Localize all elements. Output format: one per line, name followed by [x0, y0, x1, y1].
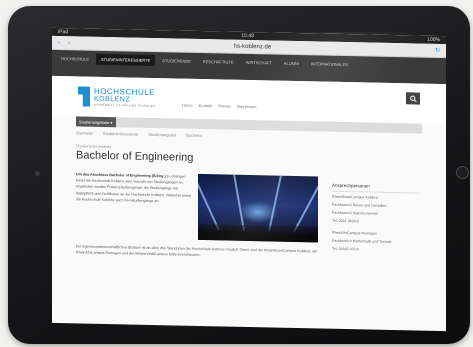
status-time: 15:48 — [241, 32, 254, 40]
search-icon — [409, 95, 417, 102]
intro-paragraph: Um den Abschluss Bachelor of Engineering… — [76, 171, 192, 239]
main-column: Studieninteressierte Bachelor of Enginee… — [76, 143, 324, 261]
tablet-device: iPad 15:48 100% ‹ › hs-koblenz.de ↻ Hoch… — [8, 6, 470, 344]
search-button[interactable] — [406, 92, 420, 105]
tablet-screen: iPad 15:48 100% ‹ › hs-koblenz.de ↻ Hoch… — [52, 27, 446, 332]
crowd-silhouette — [198, 223, 318, 243]
concert-photo — [198, 173, 318, 243]
top-menu: Home Kontakt Presse Impressum — [182, 103, 256, 110]
nav-item-wirtschaft[interactable]: Wirtschaft — [241, 57, 277, 69]
intro-row: Um den Abschluss Bachelor of Engineering… — [76, 171, 324, 243]
nav-item-internationales[interactable]: Internationales — [306, 58, 353, 70]
light-beam — [198, 173, 220, 231]
nav-item-studieninteressierte[interactable]: Studieninteressierte — [96, 53, 156, 67]
logo[interactable]: HOCHSCHULE KOBLENZ UNIVERSITY OF APPLIED… — [94, 87, 155, 108]
status-left: iPad — [58, 28, 69, 36]
menu-item-impressum[interactable]: Impressum — [237, 104, 257, 109]
menu-item-home[interactable]: Home — [182, 103, 193, 108]
intro-lead: Um den Abschluss Bachelor of Engineering… — [76, 172, 166, 179]
menu-item-presse[interactable]: Presse — [218, 103, 230, 108]
intro-rest: zu erlangen, bietet die Hochschule Koble… — [76, 174, 192, 203]
breadcrumb-item[interactable]: Studieninteressierte — [103, 131, 138, 137]
nav-item-alumni[interactable]: Alumni — [279, 58, 304, 70]
nav-item-hochschule[interactable]: Hochschule — [56, 53, 94, 65]
sidebar-link[interactable]: Fachbereich Ingenieurwesen — [332, 210, 420, 218]
page-content: Studieninteressierte Bachelor of Enginee… — [76, 143, 422, 263]
breadcrumb-item: Bachelor — [186, 132, 203, 139]
sidebar-heading: Ansprechpersonen — [332, 182, 420, 194]
reload-button[interactable]: ↻ — [435, 47, 440, 54]
logo-line-3: UNIVERSITY OF APPLIED SCIENCES — [94, 102, 156, 109]
nav-item-beschaeftigte[interactable]: Beschäftigte — [198, 56, 239, 68]
sidebar-group-title: RheinAhrCampus Remagen — [332, 230, 377, 236]
light-beam — [293, 173, 318, 233]
home-button[interactable] — [456, 166, 469, 179]
logo-icon[interactable] — [78, 86, 90, 106]
forward-button[interactable]: › — [68, 40, 70, 46]
sidebar-link[interactable]: Fachbereich Mathematik und Technik — [332, 238, 420, 246]
sidebar-link[interactable]: Fachbereich Bauen und Gestalten — [332, 202, 420, 210]
breadcrumb-item[interactable]: Studienangebot — [148, 132, 176, 138]
back-button[interactable]: ‹ — [58, 39, 60, 45]
second-paragraph: Ein ingenieurwissenschaftliches Studium … — [76, 244, 318, 258]
contact-sidebar: Ansprechpersonen RheinMoselCampus Koblen… — [332, 149, 420, 263]
menu-item-kontakt[interactable]: Kontakt — [199, 103, 213, 108]
nav-item-studierende[interactable]: Studierende — [157, 55, 196, 67]
sidebar-group-title: RheinMoselCampus Koblenz — [332, 194, 379, 200]
sidebar-line: Tel. 02642 932-0 — [332, 246, 359, 252]
camera-icon — [35, 171, 40, 176]
studienangebote-dropdown[interactable]: Studienangebote ▾ — [76, 116, 116, 128]
breadcrumb-item[interactable]: Startseite — [76, 130, 93, 135]
status-battery: 100% — [427, 36, 440, 44]
